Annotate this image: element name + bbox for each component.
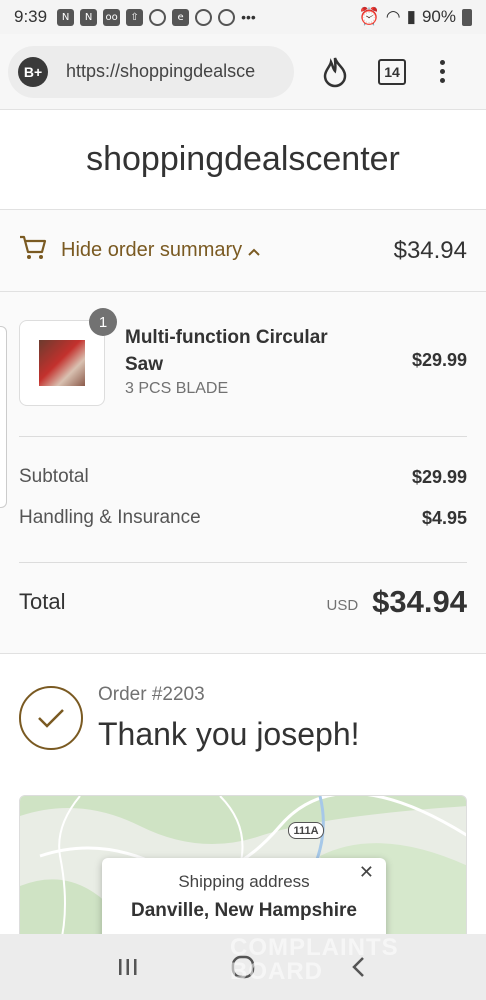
wifi-icon: ◠ — [385, 7, 401, 26]
total-row: Total USD $34.94 — [19, 584, 467, 620]
battery-percent: 90% — [421, 7, 456, 26]
product-thumbnail — [19, 320, 105, 406]
order-number: Order #2203 — [98, 684, 205, 705]
store-name[interactable]: shoppingdealscenter — [86, 140, 400, 179]
upload-icon: ⇧ — [126, 8, 144, 26]
cost-value: $29.99 — [411, 466, 467, 487]
url-text[interactable]: https://shoppingdealsce — [66, 61, 276, 82]
handling-row: Handling & Insurance $4.95 — [19, 507, 467, 529]
subtotal-row: Subtotal $29.99 — [19, 466, 467, 488]
total-currency: USD — [326, 596, 359, 614]
cart-icon — [19, 235, 47, 266]
profile-badge[interactable]: B+ — [18, 56, 48, 87]
thank-you-heading: Thank you joseph! — [98, 716, 360, 752]
total-label: Total — [19, 589, 66, 614]
more-icon: ••• — [241, 9, 256, 25]
recent-apps-icon[interactable] — [108, 947, 148, 987]
total-amount: $34.94 — [372, 584, 467, 619]
route-shield: 111A — [288, 822, 324, 839]
product-variant: 3 PCS BLADE — [125, 380, 229, 397]
battery-icon — [462, 8, 472, 26]
status-time: 9:39 — [14, 7, 48, 26]
shipping-map[interactable]: 111A ✕ Shipping address Danville, New Ha… — [19, 795, 467, 955]
order-confirmation-header: Order #2203 Thank you joseph! — [0, 654, 486, 794]
card-location: Danville, New Hampshire — [131, 900, 357, 921]
address-bar[interactable]: B+ https://shoppingdealsce — [8, 45, 294, 98]
browser-toolbar: B+ https://shoppingdealsce 14 — [0, 34, 486, 110]
checkmark-icon — [19, 686, 83, 750]
cost-label: Subtotal — [19, 466, 89, 487]
notification-icons: N N oo ⇧ e ••• — [57, 8, 256, 26]
product-name: Multi-function Circular Saw — [125, 327, 328, 375]
watermark: COMPLAINTS BOARD — [230, 934, 399, 985]
n-icon: N — [80, 8, 98, 26]
status-bar: 9:39 N N oo ⇧ e ••• ⏰ ◠ ▮ 90% — [0, 0, 486, 34]
cost-label: Handling & Insurance — [19, 507, 201, 528]
instagram-icon — [195, 8, 213, 26]
quantity-badge: 1 — [89, 308, 117, 336]
ebay-icon: e — [172, 8, 190, 26]
side-edge — [0, 326, 7, 508]
tab-count-button[interactable]: 14 — [378, 58, 406, 85]
chevron-up-icon — [248, 243, 260, 259]
product-line-item: 1 Multi-function Circular Saw 3 PCS BLAD… — [19, 308, 467, 410]
cost-value: $4.95 — [421, 507, 467, 528]
menu-icon[interactable] — [440, 60, 445, 83]
flame-icon[interactable] — [320, 55, 350, 89]
alarm-icon: ⏰ — [358, 7, 380, 26]
card-title: Shipping address — [178, 872, 310, 891]
shield-icon — [218, 8, 236, 26]
divider — [19, 562, 467, 563]
messenger-icon — [149, 8, 167, 26]
store-header: shoppingdealscenter — [0, 110, 486, 210]
divider — [19, 436, 467, 437]
signal-icon: ▮ — [406, 7, 416, 26]
n-icon: N — [57, 8, 75, 26]
order-summary-toggle[interactable]: Hide order summary $34.94 — [0, 210, 486, 292]
toggle-label[interactable]: Hide order summary — [61, 239, 242, 262]
summary-total: $34.94 — [393, 236, 467, 264]
order-summary: 1 Multi-function Circular Saw 3 PCS BLAD… — [0, 292, 486, 654]
product-price: $29.99 — [411, 350, 467, 370]
voicemail-icon: oo — [103, 8, 121, 26]
